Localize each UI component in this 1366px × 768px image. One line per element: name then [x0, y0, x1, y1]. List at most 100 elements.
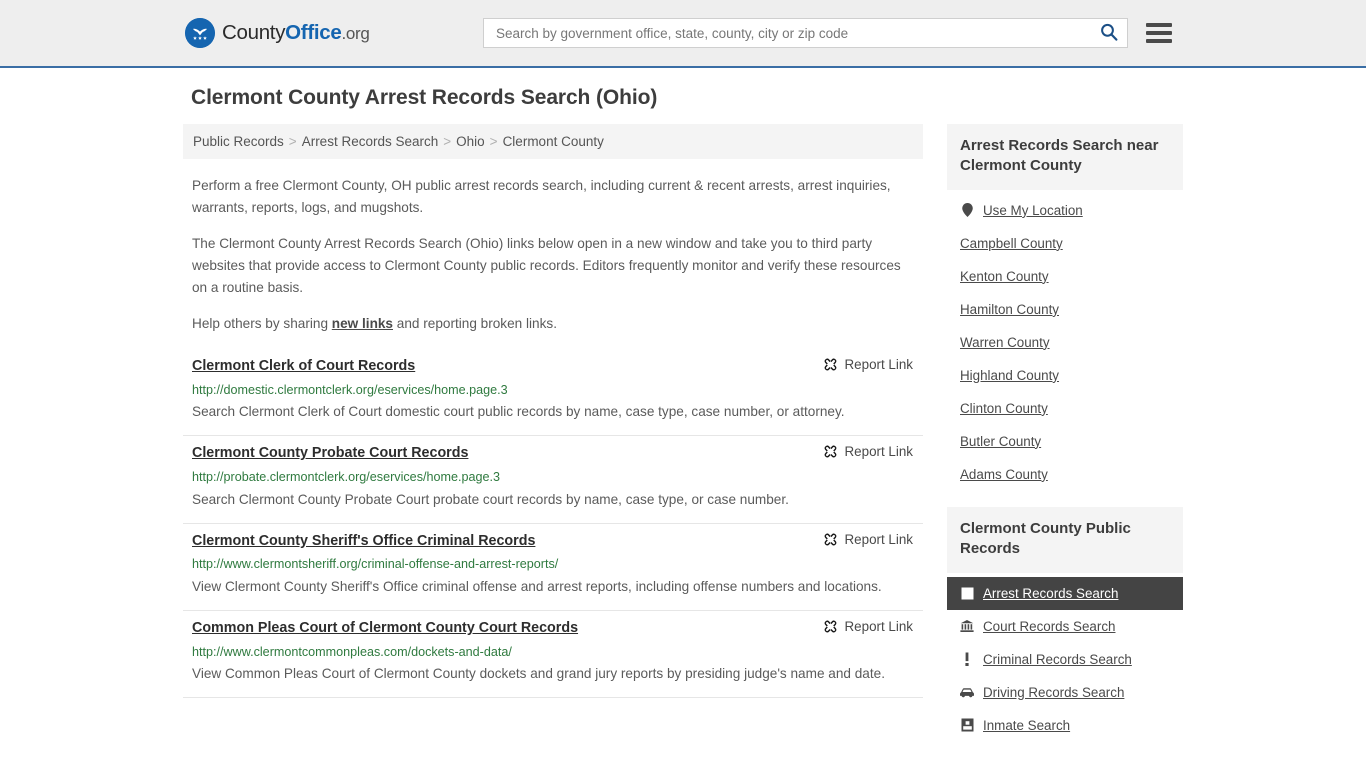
logo-text-org: .org — [341, 24, 370, 43]
sidebar-item-label: Adams County — [960, 466, 1048, 482]
breadcrumb-link[interactable]: Public Records — [193, 134, 284, 149]
sidebar-item-label: Warren County — [960, 334, 1050, 350]
sidebar-item-label: Inmate Search — [983, 717, 1071, 733]
report-link-label: Report Link — [844, 444, 913, 460]
report-link-button[interactable]: Report Link — [823, 356, 913, 372]
result-description: Search Clermont County Probate Court pro… — [192, 491, 789, 507]
search-input[interactable] — [494, 24, 1095, 42]
public-records-panel-list: Arrest Records Search Court Records Searc… — [947, 573, 1183, 742]
broken-link-icon — [823, 444, 838, 459]
search-box[interactable] — [483, 18, 1128, 48]
sidebar-item-label: Arrest Records Search — [983, 585, 1119, 601]
intro-paragraph-1: Perform a free Clermont County, OH publi… — [192, 178, 891, 216]
sidebar-item-use-my-location[interactable]: Use My Location — [947, 194, 1183, 227]
report-link-label: Report Link — [844, 531, 913, 547]
sidebar-item-label: Use My Location — [983, 202, 1083, 218]
sidebar-item-arrest-records-search[interactable]: Arrest Records Search — [947, 576, 1183, 610]
result-title-link[interactable]: Clermont County Sheriff's Office Crimina… — [192, 531, 535, 552]
page-container: Clermont County Arrest Records Search (O… — [183, 68, 1183, 758]
sidebar-item-kenton-county[interactable]: Kenton County — [947, 260, 1183, 293]
intro-p3-before: Help others by sharing — [192, 316, 332, 332]
sidebar-item-butler-county[interactable]: Butler County — [947, 425, 1183, 458]
sidebar-item-warren-county[interactable]: Warren County — [947, 326, 1183, 359]
result-item: Clermont County Probate Court Records Rep… — [183, 436, 923, 524]
report-link-label: Report Link — [844, 619, 913, 635]
sidebar-item-label: Court Records Search — [983, 618, 1116, 634]
result-item: Clermont Clerk of Court Records Report Li… — [183, 349, 923, 437]
result-header: Clermont Clerk of Court Records Report Li… — [192, 356, 913, 377]
breadcrumb-link[interactable]: Ohio — [456, 134, 485, 149]
result-header: Clermont County Sheriff's Office Crimina… — [192, 531, 913, 552]
results-list: Clermont Clerk of Court Records Report Li… — [183, 349, 923, 699]
breadcrumb-current: Clermont County — [502, 134, 604, 149]
site-header: CountyOffice.org — [0, 0, 1366, 68]
report-link-button[interactable]: Report Link — [823, 618, 913, 634]
intro-paragraph-2: The Clermont County Arrest Records Searc… — [192, 236, 901, 296]
sidebar-item-adams-county[interactable]: Adams County — [947, 458, 1183, 491]
result-description: View Common Pleas Court of Clermont Coun… — [192, 666, 885, 682]
inmate-icon — [960, 718, 974, 732]
sidebar-item-clinton-county[interactable]: Clinton County — [947, 392, 1183, 425]
result-title-link[interactable]: Common Pleas Court of Clermont County Co… — [192, 618, 578, 639]
hamburger-bar — [1146, 31, 1172, 35]
car-icon — [960, 687, 974, 698]
breadcrumb: Public Records > Arrest Records Search > Ohi… — [183, 124, 923, 159]
sidebar-item-label: Highland County — [960, 367, 1060, 383]
sidebar-item-campbell-county[interactable]: Campbell County — [947, 227, 1183, 260]
sidebar-item-court-records-search[interactable]: Court Records Search — [947, 610, 1183, 643]
content-columns: Public Records > Arrest Records Search > Ohi… — [183, 124, 1183, 758]
breadcrumb-separator: > — [288, 134, 297, 149]
public-records-panel: Clermont County Public Records Arrest Re… — [947, 506, 1183, 742]
sidebar-item-label: Kenton County — [960, 268, 1049, 284]
breadcrumb-separator: > — [489, 134, 498, 149]
intro-p3-after: and reporting broken links. — [393, 316, 557, 332]
intro-paragraph-3: Help others by sharing new links and rep… — [183, 313, 923, 335]
nearby-panel: Arrest Records Search near Clermont Coun… — [947, 124, 1183, 491]
result-item: Common Pleas Court of Clermont County Co… — [183, 611, 923, 699]
result-url[interactable]: http://www.clermontsheriff.org/criminal-… — [192, 555, 913, 574]
sidebar-item-label: Hamilton County — [960, 301, 1059, 317]
sidebar-item-driving-records-search[interactable]: Driving Records Search — [947, 676, 1183, 709]
search-icon — [1099, 22, 1119, 45]
sidebar: Arrest Records Search near Clermont Coun… — [947, 124, 1183, 758]
page-title: Clermont County Arrest Records Search (O… — [191, 86, 658, 109]
sidebar-item-label: Criminal Records Search — [983, 651, 1132, 667]
sidebar-item-label: Clinton County — [960, 400, 1048, 416]
broken-link-icon — [823, 619, 838, 634]
sidebar-item-highland-county[interactable]: Highland County — [947, 359, 1183, 392]
breadcrumb-separator: > — [443, 134, 452, 149]
hamburger-menu-icon[interactable] — [1146, 23, 1172, 43]
sidebar-item-label: Campbell County — [960, 235, 1063, 251]
logo-text: CountyOffice.org — [222, 21, 370, 45]
result-url[interactable]: http://probate.clermontclerk.org/eservic… — [192, 468, 913, 487]
hamburger-bar — [1146, 23, 1172, 27]
search-button[interactable] — [1095, 22, 1121, 45]
sidebar-item-label: Driving Records Search — [983, 684, 1125, 700]
broken-link-icon — [823, 532, 838, 547]
result-url[interactable]: http://www.clermontcommonpleas.com/docke… — [192, 643, 913, 662]
exclamation-icon — [960, 652, 974, 667]
sidebar-item-inmate-search[interactable]: Inmate Search — [947, 709, 1183, 742]
sidebar-item-label: Butler County — [960, 433, 1042, 449]
new-links-link[interactable]: new links — [332, 316, 393, 331]
report-link-button[interactable]: Report Link — [823, 531, 913, 547]
main-column: Public Records > Arrest Records Search > Ohi… — [183, 124, 923, 699]
result-url[interactable]: http://domestic.clermontclerk.org/eservi… — [192, 381, 913, 400]
hamburger-bar — [1146, 39, 1172, 43]
map-pin-icon — [960, 203, 974, 218]
courthouse-icon — [960, 619, 974, 633]
sidebar-item-hamilton-county[interactable]: Hamilton County — [947, 293, 1183, 326]
public-records-panel-heading: Clermont County Public Records — [947, 506, 1183, 573]
nearby-panel-list: Use My Location Campbell County Kenton Cou… — [947, 190, 1183, 491]
breadcrumb-link[interactable]: Arrest Records Search — [302, 134, 439, 149]
result-title-link[interactable]: Clermont County Probate Court Records — [192, 443, 468, 464]
result-description: Search Clermont Clerk of Court domestic … — [192, 404, 845, 420]
result-description: View Clermont County Sheriff's Office cr… — [192, 579, 882, 595]
result-item: Clermont County Sheriff's Office Crimina… — [183, 524, 923, 612]
sidebar-item-criminal-records-search[interactable]: Criminal Records Search — [947, 643, 1183, 676]
arrest-square-icon — [960, 587, 974, 600]
result-title-link[interactable]: Clermont Clerk of Court Records — [192, 356, 415, 377]
intro-text: Perform a free Clermont County, OH publi… — [183, 175, 923, 335]
site-logo[interactable]: CountyOffice.org — [185, 18, 370, 48]
report-link-button[interactable]: Report Link — [823, 443, 913, 459]
